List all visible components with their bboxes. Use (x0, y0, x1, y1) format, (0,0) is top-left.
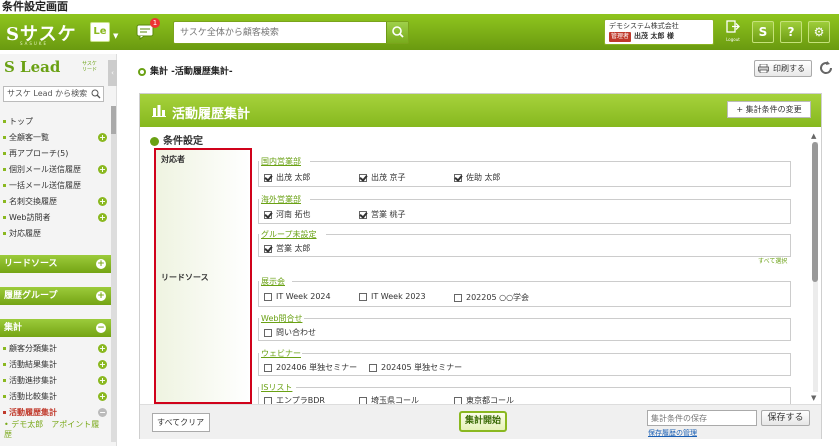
start-aggregate-button[interactable]: 集計開始 (459, 411, 507, 432)
le-switch-button[interactable]: Le (90, 22, 110, 42)
checkbox-member[interactable]: 出茂 太郎 (264, 172, 311, 183)
plus-icon[interactable]: + (98, 133, 107, 142)
panel-header: 活動履歴集計 + 集計条件の変更 (140, 94, 821, 127)
plus-icon[interactable]: + (98, 376, 107, 385)
sidebar-scrollbar[interactable] (111, 106, 116, 442)
sidebar-subitem-saved[interactable]: • デモ太郎 アポイント履歴 (4, 420, 104, 440)
checkbox-source[interactable]: IT Week 2024 (264, 292, 331, 301)
sidebar-item-activity-history[interactable]: 活動履歴集計 (3, 407, 107, 418)
sidebar-item-response-history[interactable]: 対応履歴 (3, 228, 107, 239)
plus-icon[interactable]: + (98, 165, 107, 174)
lead-logo-sub-2: リード (82, 67, 98, 73)
search-icon[interactable] (91, 89, 101, 99)
panel-footer: すべてクリア 集計開始 保存する 保存履歴の管理 (140, 404, 821, 439)
sidebar-section-aggregate[interactable]: 集計 − (0, 319, 111, 337)
change-condition-button[interactable]: + 集計条件の変更 (727, 101, 811, 118)
checkbox-member[interactable]: 河南 拓也 (264, 209, 311, 220)
logout-icon (726, 20, 740, 33)
notification-badge: 1 (150, 18, 160, 28)
checkbox-source[interactable]: 問い合わせ (264, 327, 316, 338)
minus-icon[interactable]: − (96, 323, 106, 333)
clear-all-button[interactable]: すべてクリア (152, 413, 210, 432)
help-button[interactable]: ? (780, 21, 802, 43)
bullet-icon (138, 67, 146, 76)
panel-title: 活動履歴集計 (172, 107, 251, 122)
search-button[interactable] (386, 22, 408, 43)
condition-heading: 条件設定 (150, 132, 203, 147)
bullet-icon (150, 136, 159, 146)
highlight-frame (154, 148, 252, 404)
plus-icon[interactable]: + (96, 291, 106, 301)
aggregate-panel: 活動履歴集計 + 集計条件の変更 条件設定 対応者 リードソース 国内営業部 出… (139, 93, 822, 439)
select-all-link[interactable]: すべて選択 (758, 256, 787, 265)
page-title: 条件設定画面 (2, 0, 68, 13)
scroll-up-icon[interactable]: ▲ (811, 132, 816, 140)
company-name: デモシステム株式会社 (609, 22, 679, 30)
sidebar-item-all-customers[interactable]: 全顧客一覧 (3, 132, 107, 143)
sidebar-item-customer-class[interactable]: 顧客分類集計 (3, 343, 107, 354)
sidebar-item-top[interactable]: トップ (3, 116, 107, 127)
global-search-input[interactable] (174, 22, 379, 43)
print-button[interactable]: 印刷する (754, 60, 812, 77)
user-name: 出茂 太郎 様 (634, 32, 674, 40)
search-icon (392, 26, 404, 38)
sasuke-logo-sub: SASUKE (20, 41, 48, 46)
checkbox-source[interactable]: 202406 単独セミナー (264, 362, 357, 373)
sidebar-collapse-button[interactable]: ‹ (108, 60, 117, 86)
plus-icon[interactable]: + (98, 360, 107, 369)
checkbox-source[interactable]: 202205 ○○学会 (454, 292, 529, 303)
panel-scrollbar[interactable]: ▲ ▼ (811, 132, 819, 402)
sidebar-item-individual-mail[interactable]: 個別メール送信履歴 (3, 164, 107, 175)
group-box (258, 387, 791, 405)
checkbox-source[interactable]: 202405 単独セミナー (369, 362, 462, 373)
top-bar: Sサスケ SASUKE Le ▼ 1 デモシステム株式会社 管理者出茂 太郎 様… (0, 14, 839, 50)
gear-icon[interactable]: ⚙ (808, 21, 830, 43)
sidebar-section-history-group[interactable]: 履歴グループ + (0, 287, 111, 305)
sidebar: S Lead サスケ リード ‹ サスケ Lead から検索 トップ 全顧客一覧 … (0, 54, 117, 446)
admin-badge: 管理者 (609, 32, 632, 42)
checkbox-member[interactable]: 佐助 太郎 (454, 172, 501, 183)
plus-icon[interactable]: + (98, 344, 107, 353)
sidebar-item-activity-progress[interactable]: 活動進捗集計 (3, 375, 107, 386)
refresh-icon[interactable] (818, 60, 834, 76)
sidebar-item-bulk-mail[interactable]: 一括メール送信履歴 (3, 180, 107, 191)
sidebar-item-business-card[interactable]: 名刺交換履歴 (3, 196, 107, 207)
sasuke-lead-logo[interactable]: S Lead サスケ リード (4, 58, 107, 84)
sidebar-item-activity-result[interactable]: 活動結果集計 (3, 359, 107, 370)
checkbox-member[interactable]: 出茂 京子 (359, 172, 406, 183)
chevron-down-icon[interactable]: ▼ (113, 32, 118, 40)
checkbox-member[interactable]: 営業 桃子 (359, 209, 406, 220)
group-box (258, 161, 791, 187)
sidebar-item-web-visitors[interactable]: Web訪問者 (3, 212, 107, 223)
checkbox-member[interactable]: 営業 太郎 (264, 243, 311, 254)
plus-icon[interactable]: + (96, 259, 106, 269)
printer-icon (758, 64, 769, 73)
minus-icon[interactable]: − (98, 408, 107, 417)
sidebar-item-reapproach[interactable]: 再アプローチ(5) (3, 148, 107, 159)
plus-icon[interactable]: + (98, 392, 107, 401)
breadcrumb: 集計 -活動履歴集計- (138, 64, 233, 77)
plus-icon[interactable]: + (98, 213, 107, 222)
global-search (173, 21, 409, 44)
group-box (258, 234, 791, 257)
group-box (258, 318, 791, 341)
plus-icon[interactable]: + (98, 197, 107, 206)
sasuke-menu-button[interactable]: S (752, 21, 774, 43)
group-box (258, 199, 791, 224)
scroll-down-icon[interactable]: ▼ (811, 394, 816, 402)
sidebar-section-lead-source[interactable]: リードソース + (0, 255, 111, 273)
checkbox-source[interactable]: IT Week 2023 (359, 292, 426, 301)
save-button[interactable]: 保存する (761, 410, 810, 426)
logout-label: Logout (726, 37, 740, 42)
save-condition-input[interactable] (647, 410, 757, 426)
bar-chart-icon (152, 105, 166, 117)
logout-button[interactable]: Logout (722, 20, 744, 44)
history-management-link[interactable]: 保存履歴の管理 (648, 428, 697, 438)
sidebar-item-activity-compare[interactable]: 活動比較集計 (3, 391, 107, 402)
user-info[interactable]: デモシステム株式会社 管理者 出茂 太郎 様 (604, 19, 714, 45)
sidebar-search-placeholder: サスケ Lead から検索 (7, 89, 88, 98)
lead-logo-text: S Lead (4, 58, 61, 76)
sidebar-search-input[interactable]: サスケ Lead から検索 (3, 86, 104, 102)
